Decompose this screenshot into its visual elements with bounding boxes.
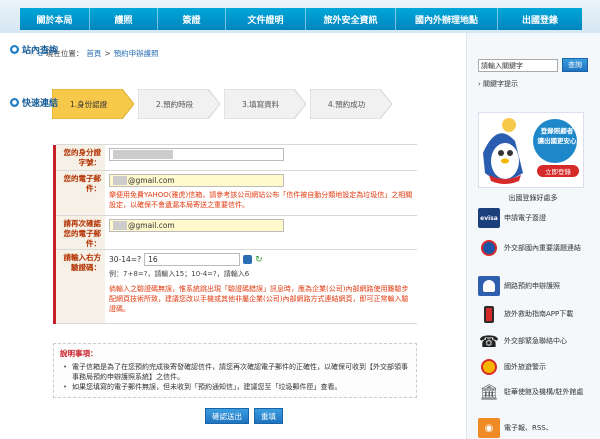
captcha-cell: 30-14=? 16 ↻ 例：7+8=?，請輸入15；10-4=?，請輸入6 倘… [105, 250, 417, 323]
step-1: 1.身份認證 [52, 89, 134, 119]
masked-value [113, 221, 127, 230]
email-value: @gmail.com [128, 176, 175, 185]
row-email: 您的電子郵件： @gmail.com 樂便用免費YAHOO(雅虎)信箱，請參考該… [56, 170, 417, 216]
breadcrumb-separator: > [104, 49, 111, 58]
masked-value [113, 150, 173, 159]
step-4-label: 4.預約成功 [328, 99, 366, 109]
email-label: 您的電子郵件： [56, 171, 105, 215]
quick-link-travel-warning[interactable]: 國外旅遊警示 [478, 357, 584, 377]
quick-link-passport-booking[interactable]: 網路預約申辦護照 [478, 276, 584, 296]
email-input[interactable]: @gmail.com [109, 174, 284, 187]
site-search-input[interactable]: 請輸入關鍵字 [478, 59, 558, 72]
quick-link-emergency[interactable]: ☎ 外交部緊急聯絡中心 [478, 331, 584, 351]
quick-link-label: 申請電子簽證 [504, 213, 546, 222]
note-item: 如果您填寫的電子郵件無誤，但未收到「預約通知信」，建議您至「垃圾郵件匣」查看。 [60, 382, 410, 392]
phone-icon: ☎ [478, 331, 500, 351]
email-cell: @gmail.com 樂便用免費YAHOO(雅虎)信箱，請參考該公司網站公布「信… [105, 171, 417, 215]
quick-link-newsletter[interactable]: ◉ 電子報、RSS、 [478, 418, 584, 438]
captcha-line: 30-14=? 16 ↻ [109, 253, 413, 266]
row-id: 您的身分證字號： [56, 144, 417, 171]
quick-link-label: 駐華使館及機構/駐外館處 [504, 387, 584, 396]
captcha-hint: 例：7+8=?，請輸入15；10-4=?，請輸入6 [109, 270, 250, 278]
person-computer-icon [478, 276, 500, 296]
quick-link-label: 外交部國內重要議題連結 [504, 243, 581, 252]
warning-icon [478, 357, 500, 377]
row-confirm-email: 請再次確認您的電子郵件： @gmail.com [56, 215, 417, 250]
step-3-label: 3.填寫資料 [242, 99, 280, 109]
nav-documents[interactable]: 文件證明 [226, 8, 306, 30]
masked-value [113, 176, 127, 185]
nav-passport[interactable]: 護照 [90, 8, 158, 30]
reset-button[interactable]: 重填 [254, 408, 283, 424]
step-1-label: 1.身份認證 [70, 99, 108, 109]
evisa-icon: evisa [478, 208, 500, 228]
building-icon: 🏛 [478, 382, 500, 402]
speaker-icon[interactable] [243, 255, 253, 264]
id-number-input[interactable] [109, 148, 284, 161]
captcha-input[interactable]: 16 [144, 253, 241, 266]
breadcrumb-home-link[interactable]: 首頁 [86, 48, 101, 59]
nav-locations[interactable]: 國內外辦理地點 [396, 8, 498, 30]
nav-visa[interactable]: 簽證 [158, 8, 226, 30]
step-indicator: 1.身份認證 2.預約時段 3.填寫資料 4.預約成功 [52, 89, 392, 119]
step-3: 3.填寫資料 [224, 89, 306, 119]
breadcrumb-current[interactable]: 預約申辦護照 [114, 48, 159, 59]
rss-icon: ◉ [478, 418, 500, 438]
mobile-app-icon [478, 304, 500, 324]
quick-link-label: 電子報、RSS、 [504, 423, 553, 432]
registration-banner[interactable]: 登錄照顧者 讓出國更安心 立即登錄 [478, 112, 584, 188]
notes-title: 說明事項： [60, 349, 98, 358]
keyword-hint-label: 關鍵字提示 [483, 80, 519, 88]
banner-caption: 出國登錄好處多 [508, 194, 558, 202]
identity-form: 您的身分證字號： 您的電子郵件： @gmail.com 樂便用免費YAHOO(雅… [53, 144, 417, 324]
quick-links-label: 快速連結 [22, 99, 59, 109]
quick-link-app[interactable]: 旅外救助指南APP下載 [478, 304, 584, 324]
quick-link-label: 網路預約申辦護照 [504, 281, 560, 290]
form-buttons: 確認送出 重填 [205, 408, 283, 424]
quick-link-embassies[interactable]: 🏛 駐華使館及機構/駐外館處 [478, 382, 584, 402]
notes-list: 電子信箱是為了在您預約完成後寄發確認信件，請您再次確認電子郵件的正確性，以確保可… [60, 362, 410, 392]
site-search-label: 站內查詢 [22, 46, 59, 56]
refresh-icon[interactable]: ↻ [255, 255, 263, 265]
quick-link-evisa[interactable]: evisa 申請電子簽證 [478, 208, 584, 228]
nav-about[interactable]: 關於本局 [20, 8, 90, 30]
captcha-question: 30-14=? [109, 255, 142, 264]
quick-link-issues[interactable]: 外交部國內重要議題連結 [478, 238, 584, 258]
captcha-answer: 16 [148, 255, 158, 264]
step-2-label: 2.預約時段 [156, 99, 194, 109]
step-2: 2.預約時段 [138, 89, 220, 119]
quick-link-label: 外交部緊急聯絡中心 [504, 336, 567, 345]
confirm-email-value: @gmail.com [128, 221, 175, 230]
note-item: 電子信箱是為了在您預約完成後寄發確認信件，請您再次確認電子郵件的正確性，以確保可… [60, 362, 410, 382]
search-placeholder: 請輸入關鍵字 [481, 61, 523, 70]
id-label: 您的身分證字號： [56, 145, 105, 170]
top-nav-bar: 關於本局 護照 簽證 文件證明 旅外安全資訊 國內外辦理地點 出國登錄 [0, 0, 600, 33]
nav-overseas-registration[interactable]: 出國登錄 [498, 8, 582, 30]
keyword-hint-link[interactable]: › 關鍵字提示 [478, 79, 518, 89]
site-search-button[interactable]: 查詢 [562, 58, 588, 72]
confirm-email-input[interactable]: @gmail.com [109, 219, 284, 232]
confirm-email-cell: @gmail.com [105, 216, 417, 249]
notes-box: 說明事項： 電子信箱是為了在您預約完成後寄發確認信件，請您再次確認電子郵件的正確… [53, 343, 417, 398]
link-icon: ● [10, 98, 19, 107]
banner-text: 登錄照顧者 讓出國更安心 [537, 127, 577, 145]
yahoo-warning: 樂便用免費YAHOO(雅虎)信箱，請參考該公司網站公布「信件被自動分類地設定為垃… [109, 191, 413, 209]
banner-register-button[interactable]: 立即登錄 [537, 165, 579, 177]
confirm-email-label: 請再次確認您的電子郵件： [56, 216, 105, 249]
id-cell [105, 145, 417, 170]
quick-links-title: ● 快速連結 [10, 96, 58, 109]
row-captcha: 請輸入右方驗證碼： 30-14=? 16 ↻ 例：7+8=?，請輸入15；10-… [56, 249, 417, 324]
captcha-warning: 倘輸入之驗證碼無誤，惟系統跳出現「驗證碼錯誤」訊息時，應為企業(公司)內部網路使… [109, 285, 409, 313]
emblem-icon [478, 238, 500, 258]
captcha-label: 請輸入右方驗證碼： [56, 250, 105, 323]
quick-link-label: 國外旅遊警示 [504, 362, 546, 371]
search-icon: ● [10, 45, 19, 54]
main-menu: 關於本局 護照 簽證 文件證明 旅外安全資訊 國內外辦理地點 出國登錄 [20, 8, 582, 30]
submit-button[interactable]: 確認送出 [205, 408, 249, 424]
sidebar [466, 33, 600, 439]
site-search-title: ● 站內查詢 [10, 43, 58, 56]
quick-link-label: 旅外救助指南APP下載 [504, 309, 574, 318]
nav-travel-safety[interactable]: 旅外安全資訊 [306, 8, 396, 30]
step-4: 4.預約成功 [310, 89, 392, 119]
